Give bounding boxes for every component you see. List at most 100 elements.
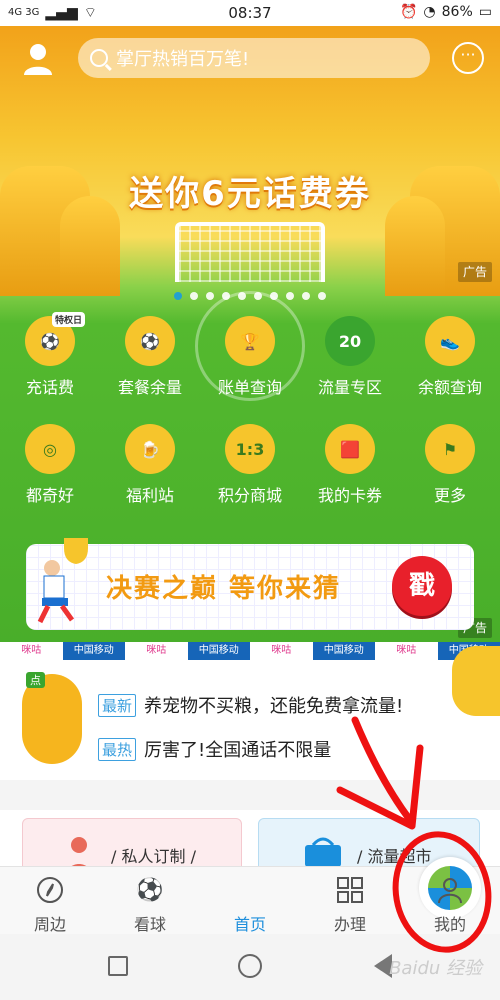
ball-scarf-icon: ⚽ (125, 316, 175, 366)
grid-icon (335, 875, 365, 905)
boot-icon: 👟 (425, 316, 475, 366)
nav-item-mine[interactable]: 我的 (400, 875, 500, 935)
nav-label: 首页 (233, 915, 266, 934)
search-placeholder: 掌厅热销百万笔! (116, 49, 250, 70)
carousel-dot[interactable] (190, 292, 198, 300)
service-label: 我的卡券 (317, 486, 382, 505)
battery-percent: 86% (441, 4, 473, 20)
banner-text: 决赛之巅 等你来猜 (106, 574, 342, 604)
service-item[interactable]: ⚽ 套餐余量 (100, 316, 200, 398)
user-icon[interactable] (22, 42, 54, 76)
icon-text: 20 (338, 331, 362, 351)
beer-icon: 🍺 (125, 424, 175, 474)
icon-text: 1:3 (235, 439, 265, 459)
news-tag: 最热 (98, 737, 137, 761)
service-label: 都奇好 (25, 486, 74, 505)
player-trophy-icon (37, 538, 88, 624)
home-button[interactable] (238, 954, 262, 978)
services-row-2: ◎ 都奇好 🍺 福利站 1:3 积分商城 🟥 我的卡券 ⚑ 更多 (0, 424, 500, 506)
status-right: ⏰ ◔ 86% ▭ (400, 4, 492, 20)
news-text: 厉害了!全国通话不限量 (144, 740, 332, 761)
jersey-icon: 20 (325, 316, 375, 366)
carousel-dot[interactable] (254, 292, 262, 300)
carousel-dot[interactable] (270, 292, 278, 300)
carousel-dot[interactable] (318, 292, 326, 300)
nav-label: 周边 (33, 915, 66, 934)
carousel-dot[interactable] (206, 292, 214, 300)
nav-item-watch[interactable]: ⚽ 看球 (100, 875, 200, 935)
news-tag: 最新 (98, 693, 137, 717)
service-label: 积分商城 (217, 486, 282, 505)
bee-mascot-icon (452, 646, 500, 716)
service-label: 余额查询 (417, 378, 482, 397)
carousel-dot[interactable] (222, 292, 230, 300)
mascot-icon: 点 (22, 672, 82, 764)
system-nav-bar: Baidu 经验 (0, 934, 500, 1000)
compass-icon (35, 875, 65, 905)
services-row-1: ⚽ 特权日 充话费 ⚽ 套餐余量 🏆 账单查询 20 流量专区 👟 余额查询 (0, 312, 500, 398)
status-bar: 4G 3G ▂▄▆ ⌔ 08:37 ⏰ ◔ 86% ▭ (0, 0, 500, 26)
service-item[interactable]: 👟 余额查询 (400, 316, 500, 398)
service-item[interactable]: 20 流量专区 (300, 316, 400, 398)
service-item[interactable]: ⚽ 特权日充话费 (0, 312, 100, 398)
card-label: / 流量超市 (357, 847, 432, 866)
basket-icon (305, 837, 341, 867)
search-icon (90, 49, 108, 67)
football-icon: ⚽ (136, 877, 164, 903)
nav-item-home[interactable]: 首页 (200, 857, 481, 935)
service-item[interactable]: 1:3 积分商城 (200, 424, 300, 506)
recent-apps-button[interactable] (108, 956, 128, 976)
search-bar[interactable]: 掌厅热销百万笔! (78, 38, 430, 78)
nav-label: 办理 (333, 915, 366, 934)
sponsor-logo: 咪咕 (21, 645, 42, 656)
flag-icon: ⚑ (425, 424, 475, 474)
news-item[interactable]: 最新 养宠物不买粮，还能免费拿流量! (98, 692, 403, 718)
feature-cards: / 私人订制 / / 流量超市 (0, 812, 500, 879)
nav-label: 看球 (133, 915, 166, 934)
promo-headline: 送你6元话费券 (129, 174, 371, 214)
watermark: Baidu 经验 (389, 958, 482, 979)
ad-label: 广告 (458, 262, 492, 282)
service-item[interactable]: ⚑ 更多 (400, 424, 500, 506)
sponsor-logo: 咪咕 (271, 645, 292, 656)
section-divider (0, 780, 500, 810)
service-label: 充话费 (25, 378, 74, 397)
mascot-tag: 点 (26, 672, 45, 688)
sponsor-logo: 中国移动 (62, 642, 125, 660)
trophy-icon: 🏆 (225, 316, 275, 366)
carousel-dot[interactable] (238, 292, 246, 300)
service-label: 更多 (433, 486, 466, 505)
news-text: 养宠物不买粮，还能免费拿流量! (144, 696, 404, 717)
service-item[interactable]: 🟥 我的卡券 (300, 424, 400, 506)
service-label: 账单查询 (217, 378, 282, 397)
service-item[interactable]: 🍺 福利站 (100, 424, 200, 506)
alarm-icon: ⏰ (399, 4, 418, 20)
service-item[interactable]: ◎ 都奇好 (0, 424, 100, 506)
nav-item-nearby[interactable]: 周边 (0, 875, 100, 935)
red-card-icon: 🟥 (325, 424, 375, 474)
privilege-badge: 特权日 (51, 312, 85, 327)
news-item[interactable]: 最热 厉害了!全国通话不限量 (98, 736, 331, 762)
news-section[interactable]: 点 最新 养宠物不买粮，还能免费拿流量! 最热 厉害了!全国通话不限量 (0, 646, 500, 780)
message-icon[interactable]: ··· (452, 42, 484, 74)
service-label: 福利站 (125, 486, 174, 505)
bottom-nav: 周边 ⚽ 看球 首页 办理 我的 (0, 857, 500, 935)
service-item[interactable]: 🏆 账单查询 (200, 316, 300, 398)
sponsor-logo: 中国移动 (187, 642, 250, 660)
sponsor-logo: 咪咕 (396, 645, 417, 656)
carousel-dot[interactable] (302, 292, 310, 300)
card-label: / 私人订制 / (111, 847, 196, 866)
person-icon (435, 875, 465, 905)
top-bar: 掌厅热销百万笔! ··· (0, 36, 500, 82)
carousel-dot[interactable] (174, 292, 182, 300)
nav-item-handle[interactable]: 办理 (300, 875, 400, 935)
battery-icon: ▭ (478, 4, 492, 20)
carousel-dot[interactable] (286, 292, 294, 300)
stadium-icon: ◎ (25, 424, 75, 474)
football-icon: ⚽ 特权日 (25, 312, 85, 366)
wifi-status-icon: ◔ (423, 4, 436, 20)
carousel-indicator[interactable] (0, 292, 500, 300)
sponsor-strip: 咪咕中国移动咪咕中国移动咪咕中国移动咪咕中国移动 (0, 642, 500, 660)
quiz-banner[interactable]: 决赛之巅 等你来猜 戳 (26, 538, 474, 630)
poke-button[interactable]: 戳 (392, 556, 452, 616)
